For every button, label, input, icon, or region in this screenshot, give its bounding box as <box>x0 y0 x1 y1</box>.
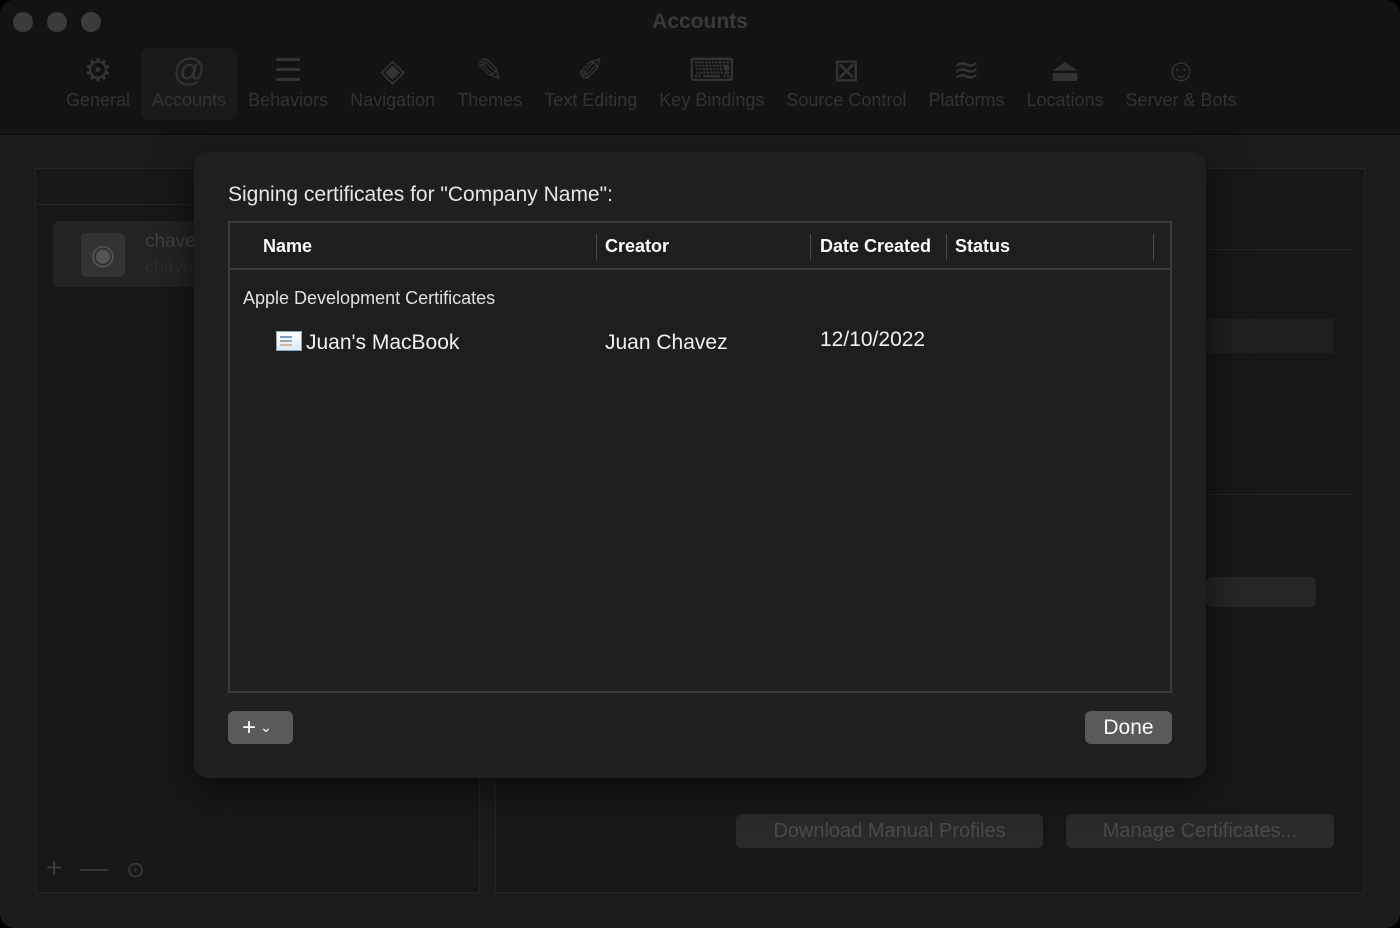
chevron-down-icon: ⌄ <box>260 719 272 735</box>
keyboard-icon: ⌨ <box>688 52 735 88</box>
robot-icon: ☺ <box>1164 52 1198 88</box>
remove-account-button[interactable]: — <box>80 852 108 888</box>
tab-key-bindings[interactable]: ⌨ Key Bindings <box>648 48 775 120</box>
plus-icon: + <box>242 714 257 741</box>
certificate-icon <box>276 331 302 351</box>
tab-locations[interactable]: ⏏ Locations <box>1015 48 1114 120</box>
tab-label: Source Control <box>786 90 907 110</box>
download-manual-profiles-button[interactable]: Download Manual Profiles <box>736 814 1043 848</box>
add-certificate-menu-button[interactable]: + ⌄ <box>228 711 293 744</box>
column-header-name[interactable]: Name <box>263 223 312 268</box>
window-title: Accounts <box>652 10 748 33</box>
tab-themes[interactable]: ✎ Themes <box>446 48 533 120</box>
tab-general[interactable]: ⚙ General <box>55 48 141 120</box>
tab-navigation[interactable]: ◈ Navigation <box>339 48 446 120</box>
toolbar: Accounts ⚙ General @ Accounts ☰ Behaviors ◈ Nav… <box>0 0 1400 135</box>
account-name: chave <box>145 231 196 252</box>
certificate-name: Juan's MacBook <box>306 331 460 354</box>
column-divider[interactable] <box>946 234 947 260</box>
column-header-status[interactable]: Status <box>955 223 1010 268</box>
column-divider[interactable] <box>1153 234 1154 260</box>
sheet-title: Signing certificates for "Company Name": <box>228 183 613 206</box>
at-icon: @ <box>172 52 206 88</box>
gear-icon: ⚙ <box>83 52 113 88</box>
add-account-button[interactable]: + <box>46 852 62 888</box>
compose-icon: ✐ <box>577 52 605 88</box>
divider <box>1206 494 1351 495</box>
done-button[interactable]: Done <box>1085 711 1172 744</box>
tab-label: Key Bindings <box>659 90 765 110</box>
preference-tabs: ⚙ General @ Accounts ☰ Behaviors ◈ Navigation ✎ T… <box>55 48 1248 120</box>
divider <box>1206 249 1351 250</box>
tab-label: Locations <box>1026 90 1104 110</box>
column-divider[interactable] <box>596 234 597 260</box>
tab-source-control[interactable]: ⊠ Source Control <box>775 48 917 120</box>
tab-label: General <box>66 90 131 110</box>
certificate-creator: Juan Chavez <box>605 331 728 354</box>
behaviors-icon: ☰ <box>273 52 303 88</box>
source-control-icon: ⊠ <box>833 52 860 88</box>
tab-label: Platforms <box>928 90 1005 110</box>
tab-label: Text Editing <box>544 90 638 110</box>
tab-accounts[interactable]: @ Accounts <box>141 48 238 120</box>
manage-certificates-button[interactable]: Manage Certificates... <box>1066 814 1334 848</box>
tab-server-bots[interactable]: ☺ Server & Bots <box>1115 48 1248 120</box>
tab-text-editing[interactable]: ✐ Text Editing <box>533 48 648 120</box>
tab-label: Behaviors <box>248 90 329 110</box>
tab-platforms[interactable]: ≋ Platforms <box>917 48 1015 120</box>
more-options-button[interactable]: ⊙ <box>126 852 144 888</box>
layers-icon: ≋ <box>953 52 980 88</box>
drive-icon: ⏏ <box>1049 52 1081 88</box>
tab-label: Navigation <box>350 90 436 110</box>
navigation-icon: ◈ <box>380 52 405 88</box>
column-header-date-created[interactable]: Date Created <box>820 223 931 268</box>
button <box>1206 577 1316 607</box>
tab-label: Accounts <box>152 90 227 110</box>
table-row[interactable]: Juan's MacBook Juan Chavez 12/10/2022 <box>230 323 1170 363</box>
column-divider[interactable] <box>810 234 811 260</box>
tab-behaviors[interactable]: ☰ Behaviors <box>237 48 339 120</box>
paintbrush-icon: ✎ <box>476 52 504 88</box>
tab-label: Themes <box>457 90 523 110</box>
certificate-date: 12/10/2022 <box>820 328 926 351</box>
table-header: Name Creator Date Created Status <box>230 223 1170 270</box>
certificates-table: Name Creator Date Created Status Apple D… <box>228 221 1172 693</box>
column-header-creator[interactable]: Creator <box>605 223 669 268</box>
group-header: Apple Development Certificates <box>243 288 496 308</box>
signing-certificates-sheet: Signing certificates for "Company Name":… <box>194 152 1206 778</box>
field <box>1206 319 1334 353</box>
avatar-icon: ◉ <box>81 233 125 277</box>
preferences-window: Accounts ⚙ General @ Accounts ☰ Behaviors ◈ Nav… <box>0 0 1400 928</box>
tab-label: Server & Bots <box>1125 90 1237 110</box>
